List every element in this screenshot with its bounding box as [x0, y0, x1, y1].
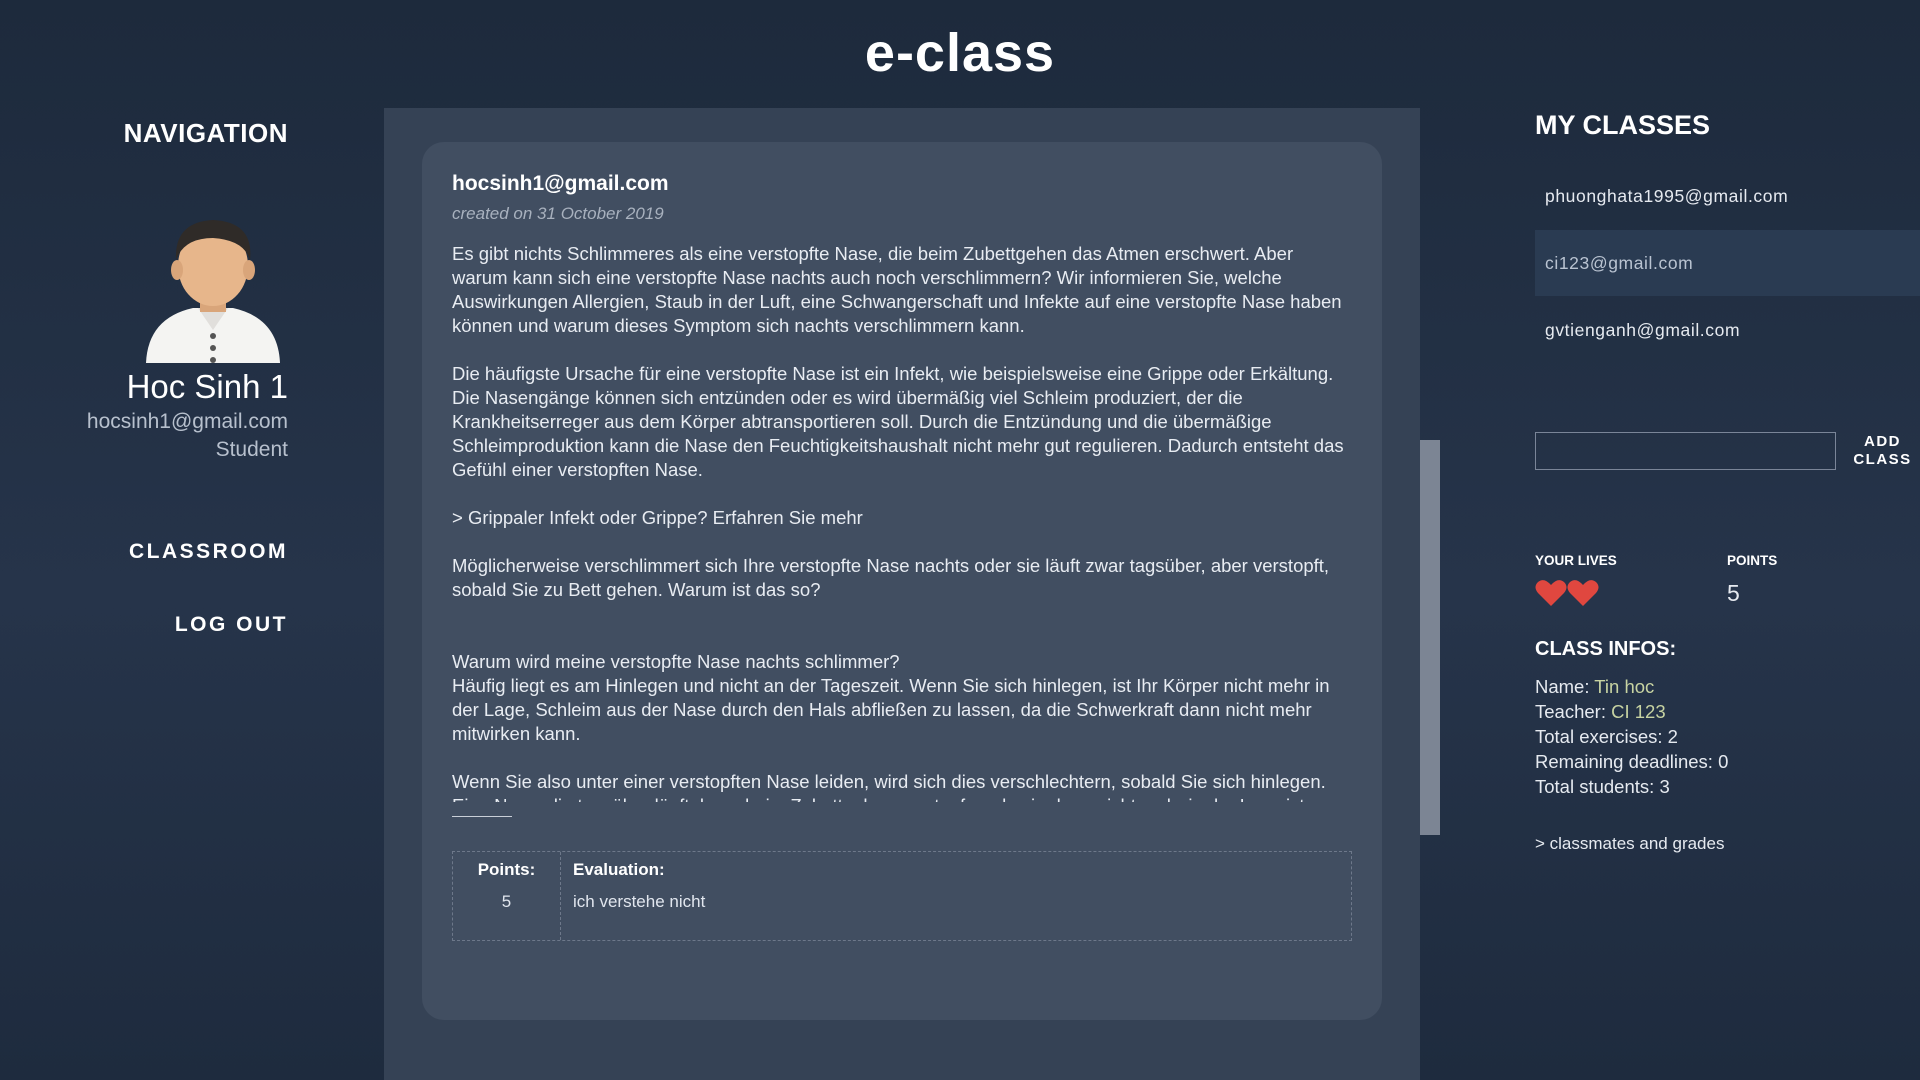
evaluation-value: ich verstehe nicht — [573, 892, 706, 911]
info-deadlines-row: Remaining deadlines: 0 — [1535, 749, 1728, 774]
scrollbar-thumb[interactable] — [1420, 440, 1440, 835]
grade-evaluation-cell: Evaluation: ich verstehe nicht — [561, 852, 717, 940]
navigation-sidebar: NAVIGATION Hoc Sinh 1 hocsinh1@gmail.com… — [0, 118, 288, 636]
nav-logout-link[interactable]: LOG OUT — [175, 613, 288, 637]
lives-hearts — [1535, 578, 1599, 608]
info-students-row: Total students: 3 — [1535, 774, 1728, 799]
points-label: Points: — [477, 860, 536, 879]
user-avatar-icon — [146, 220, 280, 363]
post-paragraph: Wenn Sie also unter einer verstopften Na… — [452, 771, 1326, 802]
main-panel: hocsinh1@gmail.com created on 31 October… — [384, 108, 1420, 1080]
post-date: created on 31 October 2019 — [452, 204, 664, 223]
post-body: Es gibt nichts Schlimmeres als eine vers… — [452, 242, 1352, 802]
post-card: hocsinh1@gmail.com created on 31 October… — [422, 142, 1382, 1020]
add-class-input[interactable] — [1535, 432, 1836, 470]
class-item-active[interactable]: ci123@gmail.com — [1535, 230, 1920, 296]
class-infos-heading: CLASS INFOS: — [1535, 638, 1677, 660]
post-subheading: Warum wird meine verstopfte Nase nachts … — [452, 651, 900, 672]
deadlines-value: 0 — [1718, 751, 1729, 772]
lives-label: YOUR LIVES — [1535, 553, 1617, 568]
avatar — [138, 208, 288, 363]
post-paragraph: Möglicherweise verschlimmert sich Ihre v… — [452, 555, 1330, 600]
class-name-value: Tin hoc — [1594, 676, 1655, 697]
points-value: 5 — [501, 892, 512, 911]
info-name-row: Name: Tin hoc — [1535, 674, 1728, 699]
post-paragraph: Häufig liegt es am Hinlegen und nicht an… — [452, 675, 1330, 744]
exercises-value: 2 — [1667, 726, 1678, 747]
class-infos-list: Name: Tin hoc Teacher: CI 123 Total exer… — [1535, 674, 1728, 799]
user-email: hocsinh1@gmail.com — [86, 410, 288, 433]
user-name: Hoc Sinh 1 — [126, 368, 288, 405]
post-paragraph: Es gibt nichts Schlimmeres als eine vers… — [452, 243, 1342, 336]
students-value: 3 — [1659, 776, 1670, 797]
post-paragraph: Die häufigste Ursache für eine verstopft… — [452, 363, 1344, 480]
info-label: Teacher: — [1535, 701, 1612, 722]
my-classes-heading: MY CLASSES — [1535, 110, 1711, 140]
grade-points-cell: Points: 5 — [453, 852, 561, 940]
navigation-heading: NAVIGATION — [123, 118, 288, 148]
info-label: Remaining deadlines: — [1535, 751, 1719, 772]
heart-icon — [1535, 580, 1567, 606]
points-label: POINTS — [1727, 553, 1778, 568]
classes-sidebar: MY CLASSES phuonghata1995@gmail.com ci12… — [1535, 0, 1920, 1080]
divider — [452, 816, 512, 817]
post-author: hocsinh1@gmail.com — [452, 172, 669, 195]
grade-box: Points: 5 Evaluation: ich verstehe nicht — [452, 851, 1352, 941]
info-exercises-row: Total exercises: 2 — [1535, 724, 1728, 749]
info-label: Total exercises: — [1535, 726, 1668, 747]
info-label: Total students: — [1535, 776, 1660, 797]
evaluation-label: Evaluation: — [573, 860, 665, 879]
post-paragraph: > Grippaler Infekt oder Grippe? Erfahren… — [452, 507, 863, 528]
points-value: 5 — [1727, 580, 1740, 606]
user-role: Student — [215, 438, 288, 461]
info-teacher-row: Teacher: CI 123 — [1535, 699, 1728, 724]
add-class-button[interactable]: ADD CLASS — [1845, 433, 1920, 469]
teacher-value: CI 123 — [1611, 701, 1666, 722]
class-item[interactable]: phuonghata1995@gmail.com — [1535, 163, 1920, 229]
nav-classroom-link[interactable]: CLASSROOM — [129, 540, 288, 564]
info-label: Name: — [1535, 676, 1595, 697]
class-item[interactable]: gvtienganh@gmail.com — [1535, 297, 1920, 363]
heart-icon — [1567, 580, 1599, 606]
classmates-grades-link[interactable]: > classmates and grades — [1535, 834, 1724, 854]
